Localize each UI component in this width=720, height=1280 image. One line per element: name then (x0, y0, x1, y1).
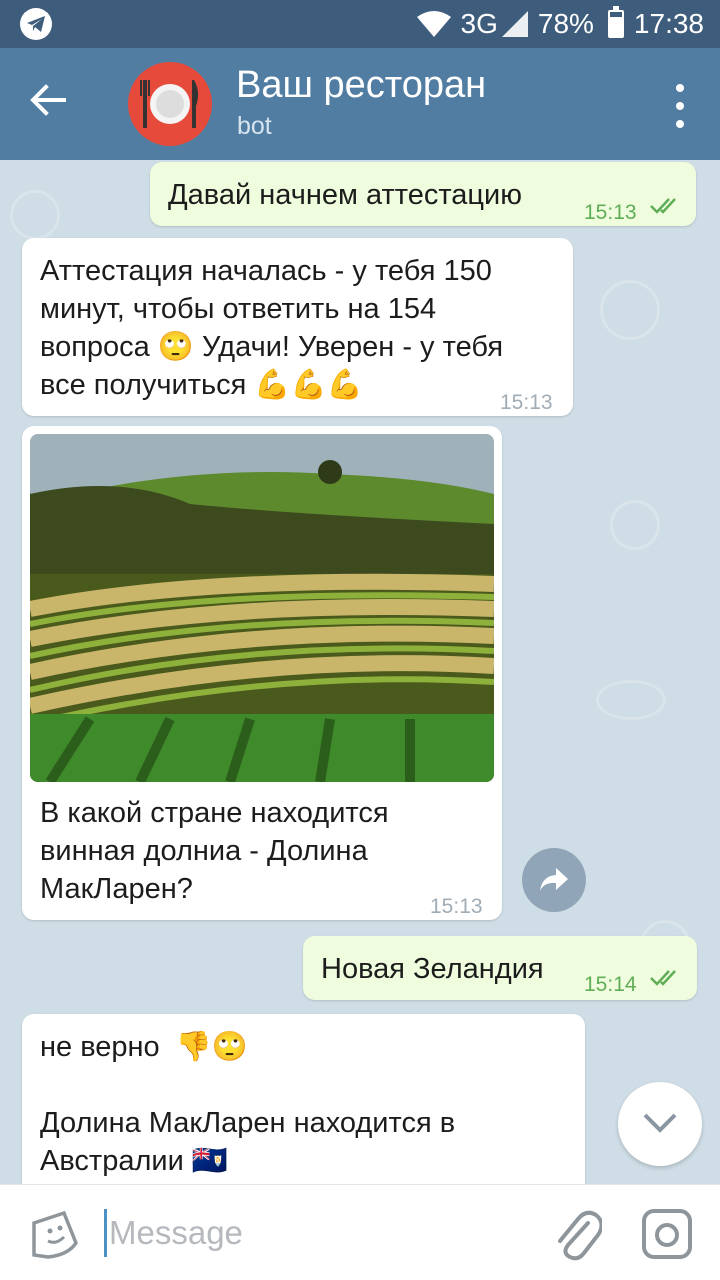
battery-percent: 78% (537, 8, 594, 39)
telegram-icon (20, 8, 52, 40)
network-type: 3G (460, 8, 498, 39)
message-text: Давай начнем аттестацию (168, 179, 522, 211)
message-input[interactable] (104, 1209, 524, 1257)
back-arrow-icon[interactable] (30, 84, 80, 124)
message-line: винная долниа - Долина (40, 835, 368, 867)
clock: 17:38 (633, 8, 704, 39)
camera-icon[interactable] (640, 1207, 694, 1261)
message-time: 15:13 (500, 391, 553, 414)
signal-icon (501, 11, 528, 37)
battery-icon (607, 6, 624, 38)
background-doodle (596, 680, 666, 720)
message-list[interactable]: Давай начнем аттестацию 15:13 Аттестация… (0, 160, 720, 1184)
chat-title: Ваш ресторан (236, 64, 487, 106)
chat-subtitle: bot (237, 112, 272, 140)
paperclip-icon[interactable] (550, 1205, 604, 1263)
background-doodle (600, 280, 660, 340)
message-line: все получиться 💪💪💪 (40, 369, 363, 401)
chat-header: Ваш ресторан bot (0, 48, 720, 160)
message-line: не верно 👎🙄 (40, 1031, 249, 1063)
chevron-down-icon (643, 1113, 677, 1133)
message-line: МакЛарен? (40, 873, 193, 905)
message-line: Долина МакЛарен находится в (40, 1107, 456, 1139)
forward-icon (540, 868, 568, 891)
sticker-icon[interactable] (28, 1209, 80, 1261)
message-incoming[interactable]: Аттестация началась - у тебя 150 минут, … (22, 238, 573, 416)
message-line: минут, чтобы ответить на 154 (40, 293, 437, 325)
forward-button[interactable] (522, 848, 586, 912)
more-vertical-icon[interactable] (674, 84, 686, 128)
message-text: Новая Зеландия (321, 953, 544, 985)
status-bar: 3G 78% 17:38 (0, 0, 720, 48)
scroll-down-button[interactable] (618, 1082, 702, 1166)
restaurant-avatar[interactable] (128, 62, 212, 146)
message-input-bar (0, 1184, 720, 1280)
read-checks-icon (650, 198, 676, 214)
message-line: Австралии 🇦🇮 (40, 1145, 228, 1177)
message-outgoing[interactable]: Новая Зеландия 15:14 (303, 936, 697, 1000)
vineyard-photo[interactable] (30, 434, 494, 782)
message-line: вопроса 🙄 Удачи! Уверен - у тебя (40, 331, 504, 363)
message-incoming-photo[interactable]: В какой стране находится винная долниа -… (22, 426, 502, 920)
message-incoming[interactable]: не верно 👎🙄 Долина МакЛарен находится в … (22, 1014, 585, 1184)
background-doodle (10, 190, 60, 240)
message-outgoing[interactable]: Давай начнем аттестацию 15:13 (150, 162, 696, 226)
message-time: 15:14 (584, 973, 637, 996)
read-checks-icon (650, 970, 676, 986)
wifi-icon (416, 11, 451, 37)
background-doodle (610, 500, 660, 550)
message-time: 15:13 (584, 201, 637, 224)
message-line: Аттестация началась - у тебя 150 (40, 255, 492, 287)
message-time: 15:13 (430, 895, 483, 918)
message-line: В какой стране находится (40, 797, 389, 829)
